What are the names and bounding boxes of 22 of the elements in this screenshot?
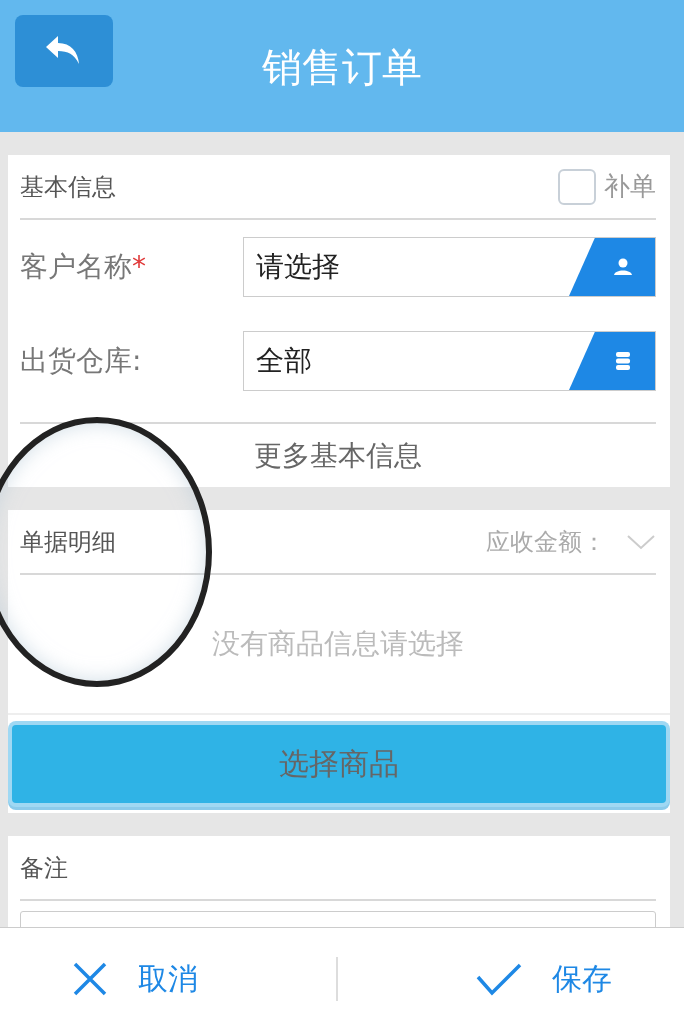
person-icon [612,258,634,276]
picker-button[interactable] [569,332,655,390]
field-label: 客户名称* [20,249,147,285]
select-field[interactable]: 全部 [243,331,656,391]
more-info-link[interactable]: 更多基本信息 [254,436,422,475]
select-field[interactable]: 请选择 [243,237,656,297]
cancel-button[interactable]: 取消 [66,957,204,1001]
page-title: 销售订单 [262,43,422,92]
back-button[interactable] [15,15,113,87]
field-label: 出货仓库: [20,343,143,379]
amount-label: 应收金额： [486,526,606,558]
section-title: 备注 [20,852,68,884]
save-button[interactable]: 保存 [470,957,618,1001]
section-title: 基本信息 [20,171,116,203]
supplement-label: 补单 [604,170,656,203]
picker-button[interactable] [569,238,655,296]
close-icon [72,962,108,996]
section-title: 单据明细 [20,526,116,558]
empty-message: 没有商品信息请选择 [212,626,464,662]
supplement-checkbox[interactable] [558,168,596,205]
database-icon [615,351,631,371]
checkmark-icon [476,962,522,996]
